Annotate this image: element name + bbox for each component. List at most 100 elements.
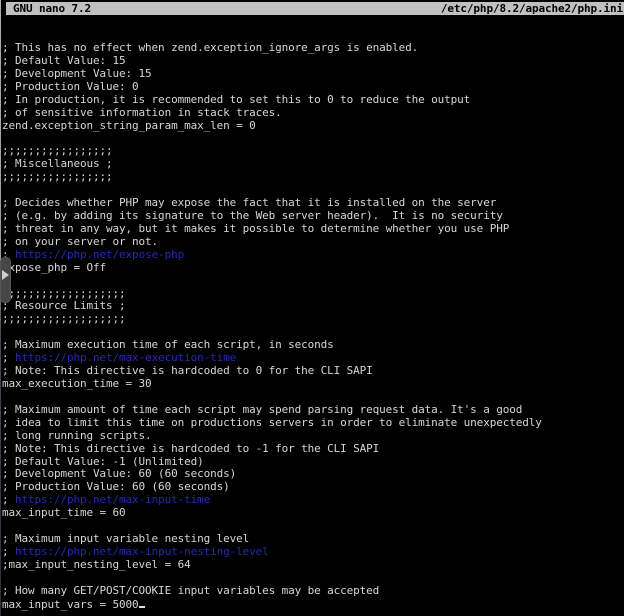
editor-line: ; Decides whether PHP may expose the fac…	[2, 197, 624, 210]
editor-line: zend.exception_string_param_max_len = 0	[2, 120, 624, 133]
editor-line: ;max_input_nesting_level = 64	[2, 559, 624, 572]
line-text: ; Production Value: 0	[2, 81, 139, 93]
editor-line: ; of sensitive information in stack trac…	[2, 107, 624, 120]
editor-line: max_input_vars = 5000	[2, 598, 624, 611]
window-left-edge	[0, 0, 1, 616]
line-text: ; Default Value: 15	[2, 55, 126, 67]
line-text: ; This has no effect when zend.exception…	[2, 42, 418, 54]
line-text	[2, 611, 9, 616]
comment-prefix: ;	[2, 352, 15, 364]
editor-lines: ; This has no effect when zend.exception…	[2, 42, 624, 616]
line-text: max_input_time = 60	[2, 507, 126, 519]
editor-line: ; Miscellaneous ;	[2, 158, 624, 171]
line-text: ; Maximum amount of time each script may…	[2, 404, 522, 416]
line-text	[2, 132, 9, 144]
editor-line: max_input_time = 60	[2, 507, 624, 520]
editor-line: ;;;;;;;;;;;;;;;;;;;	[2, 313, 624, 326]
php-net-link[interactable]: https://php.net/max-execution-time	[15, 352, 236, 364]
editor-line	[2, 572, 624, 585]
line-text: ; Maximum execution time of each script,…	[2, 339, 334, 351]
line-text	[2, 520, 9, 532]
line-text: ;max_input_nesting_level = 64	[2, 559, 191, 571]
editor-line	[2, 611, 624, 616]
editor-line: ;;;;;;;;;;;;;;;;;;;	[2, 288, 624, 301]
editor-line: ; Default Value: 15	[2, 55, 624, 68]
editor-line	[2, 520, 624, 533]
line-text: ;;;;;;;;;;;;;;;;;	[2, 171, 113, 183]
line-text: ;;;;;;;;;;;;;;;;;;;	[2, 288, 126, 300]
editor-line: ; Note: This directive is hardcoded to -…	[2, 443, 624, 456]
editor-body[interactable]: ; This has no effect when zend.exception…	[2, 16, 624, 616]
line-text: ; In production, it is recommended to se…	[2, 94, 470, 106]
line-text: max_execution_time = 30	[2, 378, 152, 390]
editor-line: ; Maximum amount of time each script may…	[2, 404, 624, 417]
line-text: ; Default Value: -1 (Unlimited)	[2, 456, 204, 468]
line-text: ; Development Value: 15	[2, 68, 152, 80]
editor-line: expose_php = Off	[2, 262, 624, 275]
line-text: ; Decides whether PHP may expose the fac…	[2, 197, 496, 209]
line-text: ; Note: This directive is hardcoded to -…	[2, 443, 379, 455]
editor-line: ; Maximum execution time of each script,…	[2, 339, 624, 352]
editor-line: ;;;;;;;;;;;;;;;;;	[2, 145, 624, 158]
nano-title-bar: GNU nano 7.2 /etc/php/8.2/apache2/php.in…	[6, 2, 624, 15]
editor-line	[2, 275, 624, 288]
line-text	[2, 184, 9, 196]
line-text: zend.exception_string_param_max_len = 0	[2, 120, 256, 132]
editor-line: ;;;;;;;;;;;;;;;;;	[2, 171, 624, 184]
editor-line: ; idea to limit this time on productions…	[2, 417, 624, 430]
editor-line: ; Note: This directive is hardcoded to 0…	[2, 365, 624, 378]
editor-line: ; How many GET/POST/COOKIE input variabl…	[2, 585, 624, 598]
line-text: ; threat in any way, but it makes it pos…	[2, 223, 509, 235]
editor-line: ; In production, it is recommended to se…	[2, 94, 624, 107]
file-path-label: /etc/php/8.2/apache2/php.ini	[441, 2, 624, 15]
line-text: ; Maximum input variable nesting level	[2, 533, 249, 545]
line-text: ; Development Value: 60 (60 seconds)	[2, 468, 236, 480]
line-text	[2, 326, 9, 338]
php-net-link[interactable]: https://php.net/expose-php	[15, 249, 184, 261]
text-cursor	[139, 598, 146, 608]
line-text: ;;;;;;;;;;;;;;;;;	[2, 145, 113, 157]
php-net-link[interactable]: https://php.net/max-input-nesting-level	[15, 546, 269, 558]
editor-line: ; Development Value: 60 (60 seconds)	[2, 468, 624, 481]
php-net-link[interactable]: https://php.net/max-input-time	[15, 494, 210, 506]
app-version-label: GNU nano 7.2	[6, 2, 91, 15]
right-arrow-cursor-icon	[2, 270, 9, 280]
line-text: ; on your server or not.	[2, 236, 158, 248]
mouse-pointer	[0, 257, 11, 303]
editor-line: ; https://php.net/max-input-time	[2, 494, 624, 507]
line-text: ; (e.g. by adding its signature to the W…	[2, 210, 503, 222]
line-text: ; Resource Limits ;	[2, 300, 126, 312]
editor-line: ; Maximum input variable nesting level	[2, 533, 624, 546]
editor-line: ; Resource Limits ;	[2, 300, 624, 313]
editor-line: ; on your server or not.	[2, 236, 624, 249]
line-text: ; idea to limit this time on productions…	[2, 417, 542, 429]
line-text: ; Note: This directive is hardcoded to 0…	[2, 365, 373, 377]
editor-line: ; https://php.net/max-input-nesting-leve…	[2, 546, 624, 559]
editor-line: ; Production Value: 0	[2, 81, 624, 94]
line-text: ; long running scripts.	[2, 430, 152, 442]
line-text: ; Miscellaneous ;	[2, 158, 113, 170]
line-text	[2, 391, 9, 403]
editor-line: max_execution_time = 30	[2, 378, 624, 391]
editor-line: ; Development Value: 15	[2, 68, 624, 81]
line-text	[2, 572, 9, 584]
editor-line	[2, 184, 624, 197]
line-text: max_input_vars = 5000	[2, 598, 139, 611]
terminal-window[interactable]: GNU nano 7.2 /etc/php/8.2/apache2/php.in…	[0, 0, 624, 616]
comment-prefix: ;	[2, 546, 15, 558]
editor-line	[2, 326, 624, 339]
editor-line: ; threat in any way, but it makes it pos…	[2, 223, 624, 236]
line-text: ; of sensitive information in stack trac…	[2, 107, 282, 119]
line-text: ;;;;;;;;;;;;;;;;;;;	[2, 313, 126, 325]
comment-prefix: ;	[2, 494, 15, 506]
editor-line	[2, 391, 624, 404]
editor-line: ; Default Value: -1 (Unlimited)	[2, 456, 624, 469]
line-text: ; Production Value: 60 (60 seconds)	[2, 481, 230, 493]
editor-line: ; https://php.net/max-execution-time	[2, 352, 624, 365]
editor-line: ; Production Value: 60 (60 seconds)	[2, 481, 624, 494]
line-text: ; How many GET/POST/COOKIE input variabl…	[2, 585, 379, 597]
editor-line	[2, 132, 624, 145]
editor-line: ; long running scripts.	[2, 430, 624, 443]
editor-line: ; (e.g. by adding its signature to the W…	[2, 210, 624, 223]
editor-line: ; https://php.net/expose-php	[2, 249, 624, 262]
